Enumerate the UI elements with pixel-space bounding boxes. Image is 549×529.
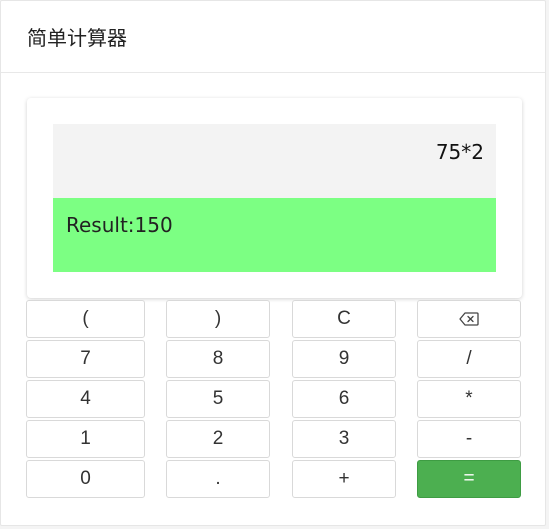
nine-button[interactable]: 9: [292, 340, 396, 378]
close-paren-button[interactable]: ): [166, 300, 270, 338]
divide-button[interactable]: /: [417, 340, 521, 378]
multiply-button[interactable]: *: [417, 380, 521, 418]
three-button[interactable]: 3: [292, 420, 396, 458]
decimal-button[interactable]: .: [166, 460, 270, 498]
keypad: ( ) C 7 8 9 / 4 5 6 * 1 2 3 - 0 . + =: [0, 0, 549, 529]
plus-button[interactable]: +: [292, 460, 396, 498]
four-button[interactable]: 4: [26, 380, 145, 418]
minus-button[interactable]: -: [417, 420, 521, 458]
six-button[interactable]: 6: [292, 380, 396, 418]
two-button[interactable]: 2: [166, 420, 270, 458]
open-paren-button[interactable]: (: [26, 300, 145, 338]
clear-button[interactable]: C: [292, 300, 396, 338]
backspace-button[interactable]: [417, 300, 521, 338]
five-button[interactable]: 5: [166, 380, 270, 418]
eight-button[interactable]: 8: [166, 340, 270, 378]
seven-button[interactable]: 7: [26, 340, 145, 378]
zero-button[interactable]: 0: [26, 460, 145, 498]
backspace-icon: [459, 312, 479, 326]
one-button[interactable]: 1: [26, 420, 145, 458]
equals-button[interactable]: =: [417, 460, 521, 498]
